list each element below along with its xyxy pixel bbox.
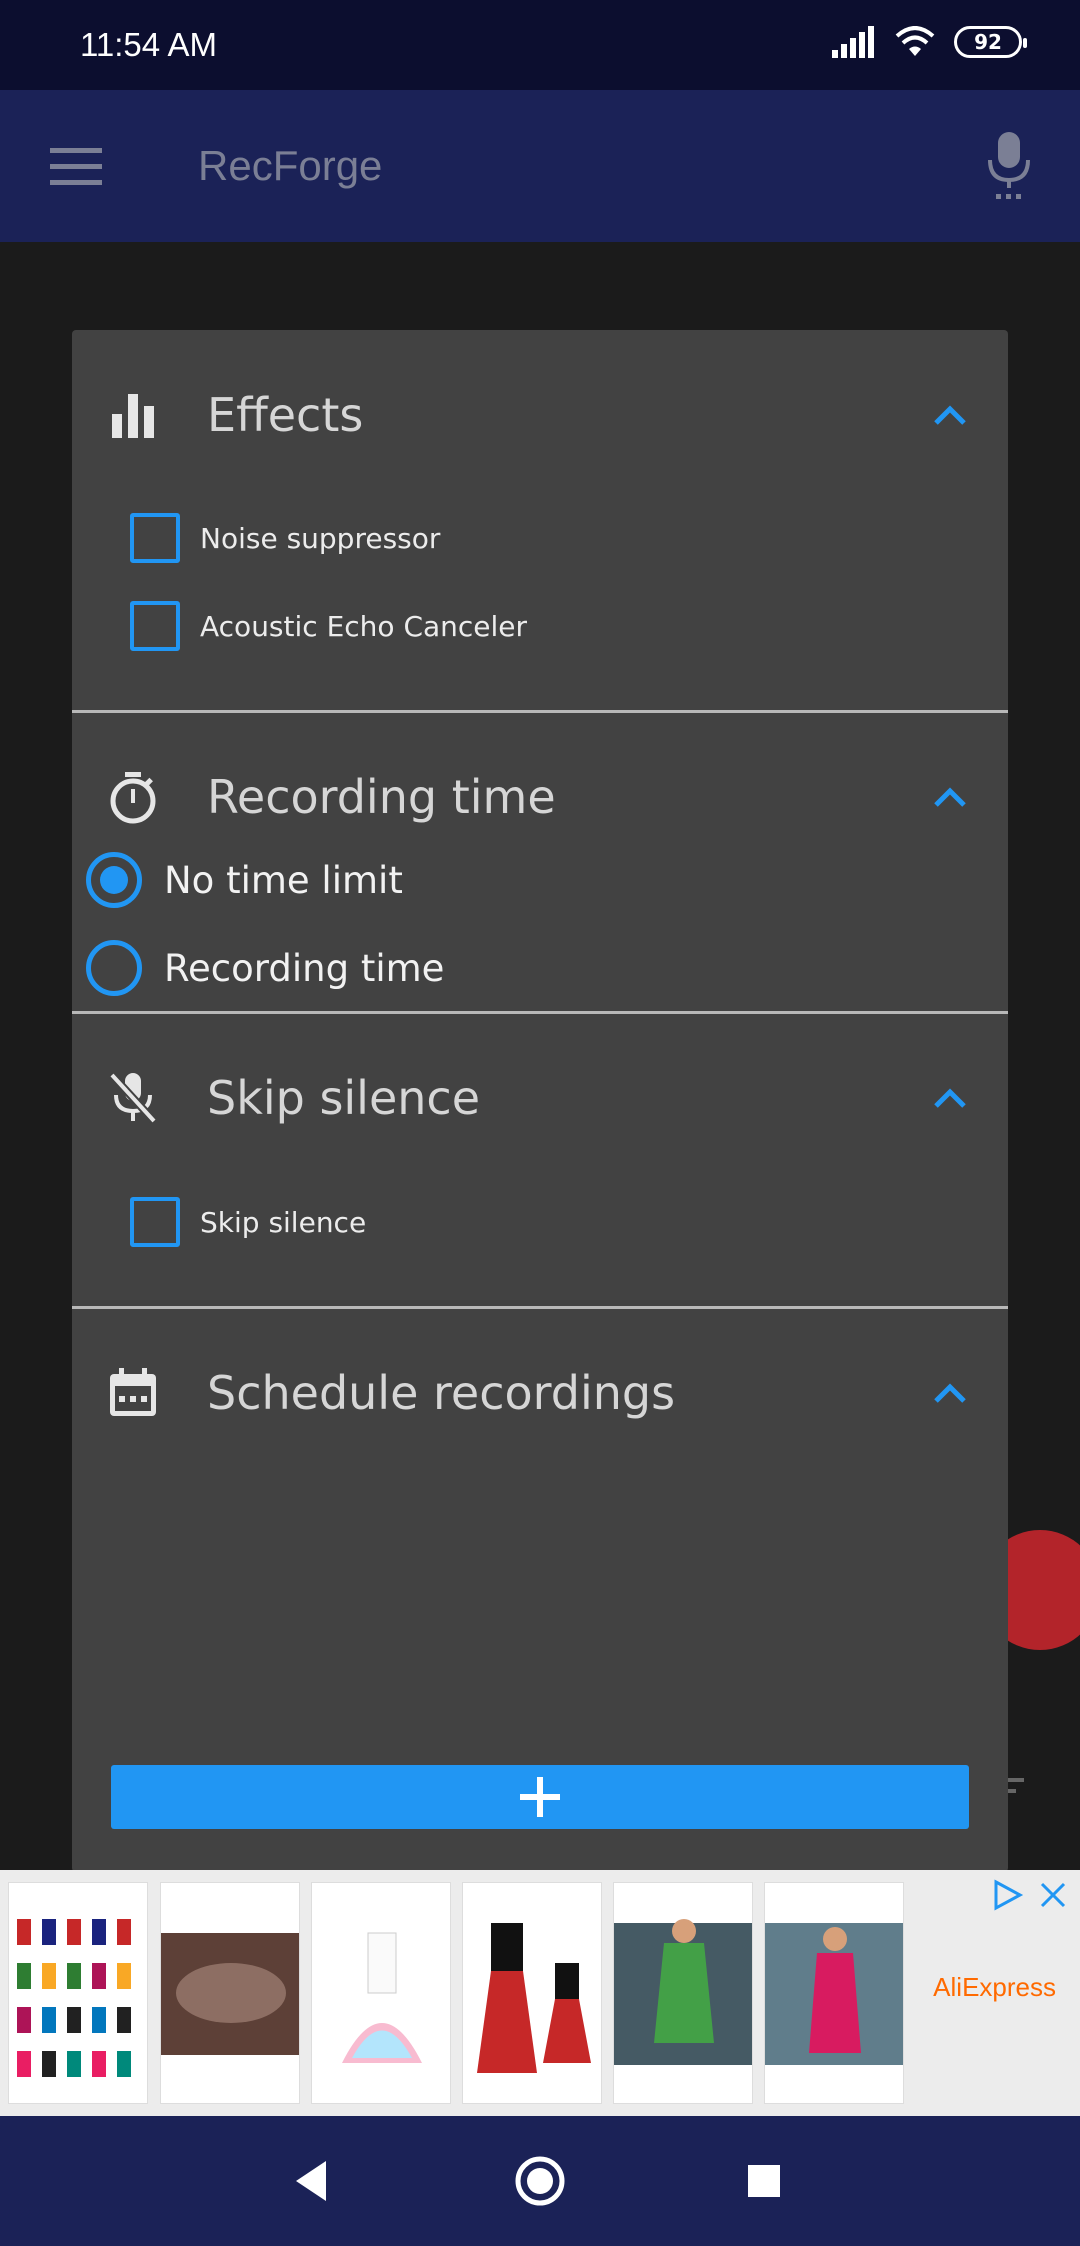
noise-suppressor-label: Noise suppressor xyxy=(200,521,441,555)
divider xyxy=(72,1306,1008,1309)
skip-silence-title: Skip silence xyxy=(207,1071,481,1125)
schedule-title: Schedule recordings xyxy=(207,1366,676,1420)
divider xyxy=(72,1011,1008,1014)
app-title: RecForge xyxy=(198,142,383,189)
ad-product-dresses-grid[interactable] xyxy=(8,1882,148,2104)
effects-section-header[interactable]: Effects xyxy=(72,355,1008,475)
ad-product-green-dress[interactable] xyxy=(613,1882,753,2104)
mic-icon[interactable] xyxy=(984,130,1034,202)
bar-chart-icon xyxy=(112,394,154,438)
status-icons: 92 xyxy=(832,26,1027,58)
recording-time-label: Recording time xyxy=(164,946,445,990)
radio-selected-dot xyxy=(100,866,128,894)
ad-product-polka-dress[interactable] xyxy=(462,1882,602,2104)
app-bar: RecForge xyxy=(0,90,1080,242)
recording-time-title: Recording time xyxy=(207,770,556,824)
ad-product-red-dress[interactable] xyxy=(764,1882,904,2104)
mic-off-icon xyxy=(109,1072,157,1124)
chevron-up-icon[interactable] xyxy=(932,785,968,809)
echo-canceler-checkbox[interactable] xyxy=(130,601,180,651)
chevron-up-icon[interactable] xyxy=(932,403,968,427)
skip-silence-label: Skip silence xyxy=(200,1205,367,1239)
noise-suppressor-option[interactable]: Noise suppressor xyxy=(130,508,440,568)
chevron-up-icon[interactable] xyxy=(932,1086,968,1110)
ad-choices-icon[interactable] xyxy=(990,1878,1024,1912)
battery-level: 92 xyxy=(974,30,1002,54)
recording-time-section-header[interactable]: Recording time xyxy=(72,737,1008,857)
home-icon[interactable] xyxy=(510,2151,570,2211)
close-icon[interactable] xyxy=(1036,1878,1070,1912)
effects-title: Effects xyxy=(207,388,364,442)
schedule-section-header[interactable]: Schedule recordings xyxy=(72,1333,1008,1453)
ad-brand-logo[interactable]: AliExpress xyxy=(933,1972,1056,2003)
plus-icon xyxy=(520,1777,560,1817)
ad-banner[interactable]: AliExpress xyxy=(0,1870,1080,2116)
recording-time-option[interactable]: Recording time xyxy=(86,938,444,998)
status-bar: 11:54 AM 92 xyxy=(0,0,1080,90)
skip-silence-checkbox[interactable] xyxy=(130,1197,180,1247)
settings-dialog: Effects Noise suppressor Acoustic Echo C… xyxy=(72,330,1008,1872)
divider xyxy=(72,710,1008,713)
battery-icon: 92 xyxy=(954,26,1027,58)
echo-canceler-label: Acoustic Echo Canceler xyxy=(200,609,528,643)
no-time-limit-radio[interactable] xyxy=(86,852,142,908)
navigation-bar xyxy=(0,2116,1080,2246)
menu-icon[interactable] xyxy=(48,140,104,192)
skip-silence-section-header[interactable]: Skip silence xyxy=(72,1038,1008,1158)
calendar-icon xyxy=(110,1368,156,1416)
back-icon[interactable] xyxy=(282,2151,342,2211)
add-schedule-button[interactable] xyxy=(111,1765,969,1829)
wifi-icon xyxy=(895,26,935,56)
no-time-limit-option[interactable]: No time limit xyxy=(86,850,403,910)
status-time: 11:54 AM xyxy=(80,26,217,63)
stopwatch-icon xyxy=(110,772,156,824)
ad-product-photo[interactable] xyxy=(160,1882,300,2104)
noise-suppressor-checkbox[interactable] xyxy=(130,513,180,563)
recording-time-radio[interactable] xyxy=(86,940,142,996)
no-time-limit-label: No time limit xyxy=(164,858,403,902)
recents-icon[interactable] xyxy=(734,2151,794,2211)
skip-silence-option[interactable]: Skip silence xyxy=(130,1192,366,1252)
ad-product-tutu-dress[interactable] xyxy=(311,1882,451,2104)
signal-icon xyxy=(832,26,874,58)
chevron-up-icon[interactable] xyxy=(932,1381,968,1405)
echo-canceler-option[interactable]: Acoustic Echo Canceler xyxy=(130,596,527,656)
